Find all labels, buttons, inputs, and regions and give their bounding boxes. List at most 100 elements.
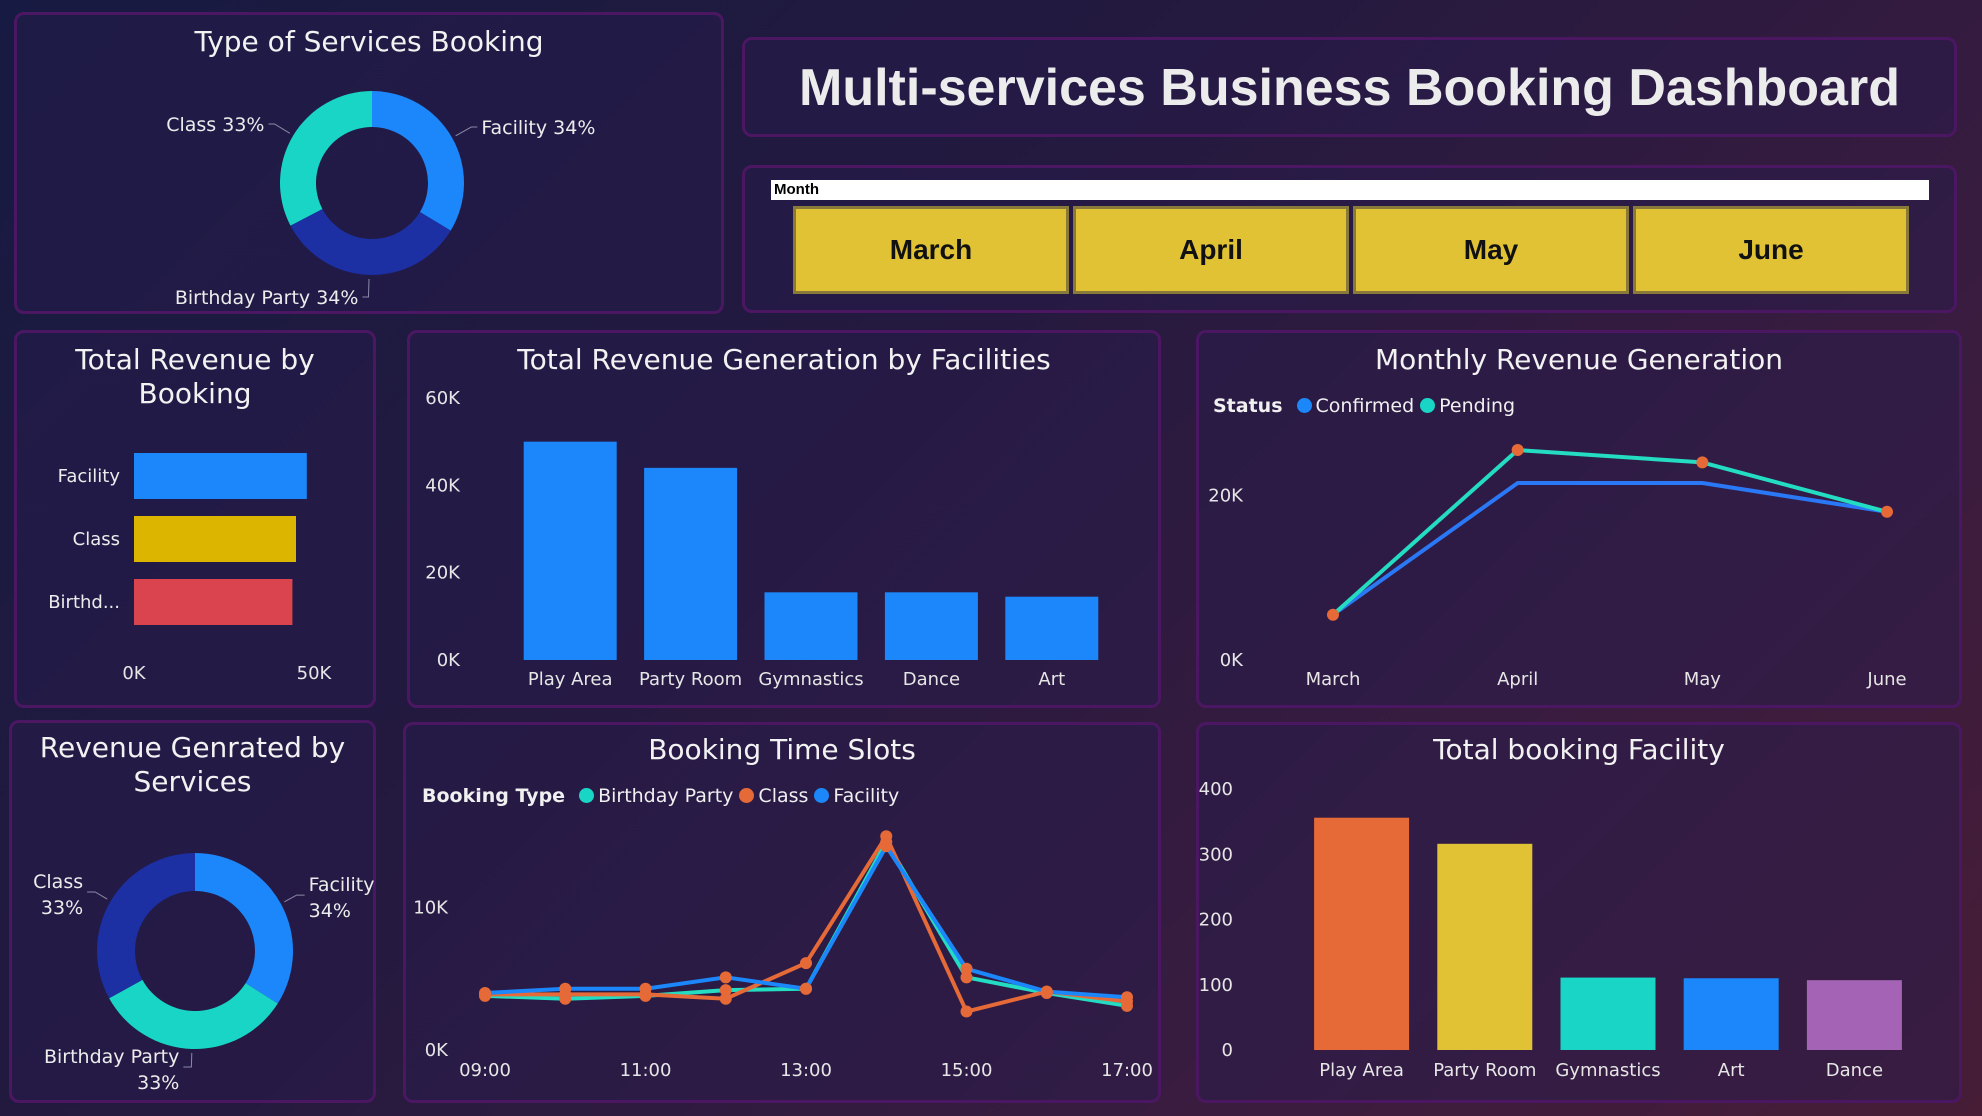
revenue-by-booking-panel: Total Revenue by Booking Facility Class Bi…: [14, 330, 376, 708]
y-tick-label: 300: [1199, 844, 1233, 865]
category-label-birthd: Birthd...: [48, 592, 120, 613]
x-tick-label: 11:00: [620, 1060, 672, 1081]
y-tick-label: 10K: [413, 898, 449, 919]
service-type-label-class: Class 33%: [166, 114, 264, 136]
series-line-birthday-party: [484, 839, 1128, 1008]
time-slots-chart: 0K 10K 09:00 11:00 13:00 15:00 17:00: [413, 830, 1153, 1081]
revenue-services-panel: Revenue Genrated by Services Facility 34%…: [9, 720, 376, 1103]
month-button-may[interactable]: May: [1353, 206, 1629, 294]
series-line-pending: [1331, 448, 1888, 617]
point-class: [800, 957, 812, 970]
point-pending: [1881, 505, 1893, 518]
category-label-play-area: Play Area: [1319, 1060, 1404, 1081]
month-button-june[interactable]: June: [1633, 206, 1909, 294]
revenue-facilities-chart: 0K 20K 40K 60K Play Area Party Room Gymnastics…: [425, 388, 1099, 690]
bar-dance: [884, 592, 978, 660]
service-revenue-label-facility: Facility: [309, 874, 375, 896]
service-revenue-percent-class: 33%: [41, 897, 83, 919]
bar-gymnastics: [1560, 977, 1656, 1050]
point-pending: [1696, 456, 1709, 469]
service-type-slice-class: [280, 91, 372, 226]
label-leader-line: [455, 126, 478, 137]
monthly-revenue-panel: Monthly Revenue Generation Status Confirm…: [1196, 330, 1962, 708]
label-leader-line: [284, 894, 305, 903]
x-tick-label: 15:00: [941, 1060, 993, 1081]
y-tick-label: 200: [1199, 910, 1233, 931]
point-facility: [800, 982, 812, 995]
bar-art: [1005, 596, 1099, 660]
x-tick-label: 50K: [297, 663, 333, 684]
point-class: [719, 992, 732, 1005]
category-label-dance: Dance: [903, 669, 960, 690]
month-button-april[interactable]: April: [1073, 206, 1349, 294]
point-class: [960, 1005, 973, 1018]
category-label-party-room: Party Room: [1433, 1060, 1536, 1081]
service-type-label-facility: Facility 34%: [481, 117, 595, 139]
service-revenue-label-class: Class: [33, 871, 83, 893]
label-leader-line: [87, 891, 108, 900]
booking-facility-panel: Total booking Facility 0 100 200 300 400 Play…: [1196, 722, 1962, 1103]
y-tick-label: 0: [1222, 1040, 1233, 1061]
monthly-revenue-chart: 0K 20K March April May June: [1208, 444, 1907, 690]
revenue-facilities-panel: Total Revenue Generation by Facilities 0…: [407, 330, 1161, 708]
revenue-services-chart: Facility 34% Birthday Party 33% Class 33%: [33, 853, 375, 1094]
y-tick-label: 20K: [1208, 485, 1244, 506]
bar-party-room: [644, 467, 738, 660]
y-tick-label: 40K: [425, 475, 461, 496]
y-tick-label: 100: [1199, 975, 1233, 996]
label-leader-line: [362, 278, 370, 298]
bar-play-area: [1314, 817, 1410, 1050]
service-revenue-slice-class: [97, 853, 195, 999]
point-facility: [719, 971, 732, 984]
service-revenue-percent-birthday-party: 33%: [137, 1072, 179, 1094]
bar-class: [134, 516, 296, 562]
header-panel: Multi-services Business Booking Dashboar…: [742, 37, 1957, 137]
x-tick-label: May: [1684, 669, 1722, 690]
service-revenue-label-birthday-party: Birthday Party: [44, 1046, 179, 1068]
x-tick-label: April: [1497, 669, 1538, 690]
category-label-play-area: Play Area: [528, 669, 613, 690]
service-revenue-slice-facility: [195, 853, 293, 1004]
bar-party-room: [1437, 843, 1533, 1050]
bar-play-area: [523, 441, 617, 660]
booking-facility-chart: 0 100 200 300 400 Play Area Party Room Gymnasti…: [1199, 779, 1902, 1081]
label-leader-line: [183, 1052, 193, 1068]
x-tick-label: June: [1866, 669, 1906, 690]
x-tick-label: 0K: [122, 663, 146, 684]
service-revenue-slice-birthday-party: [109, 979, 278, 1049]
x-tick-label: 09:00: [459, 1060, 511, 1081]
revenue-by-booking-chart: Facility Class Birthd... 0K 50K: [48, 453, 333, 684]
month-slicer-panel: Month March April May June: [742, 165, 1957, 313]
point-facility: [559, 982, 572, 995]
bar-dance: [1806, 980, 1902, 1050]
bar-art: [1683, 978, 1779, 1050]
category-label-gymnastics: Gymnastics: [758, 669, 863, 690]
service-revenue-percent-facility: 34%: [309, 900, 351, 922]
y-tick-label: 400: [1199, 779, 1233, 800]
category-label-art: Art: [1718, 1060, 1745, 1081]
point-pending: [1511, 444, 1524, 457]
x-tick-label: March: [1306, 669, 1361, 690]
page-title: Multi-services Business Booking Dashboar…: [799, 59, 1900, 117]
point-facility: [1121, 991, 1133, 1004]
point-pending: [1327, 608, 1339, 621]
slicer-label: Month: [771, 180, 1929, 200]
service-type-label-birthday-party: Birthday Party 34%: [175, 287, 359, 309]
y-tick-label: 20K: [425, 563, 461, 584]
category-label-party-room: Party Room: [639, 669, 742, 690]
bar-birthd: [134, 579, 293, 625]
point-facility: [960, 962, 973, 975]
month-button-march[interactable]: March: [793, 206, 1069, 294]
point-facility: [639, 982, 652, 995]
series-line-confirmed: [1331, 480, 1888, 617]
bar-gymnastics: [764, 592, 858, 660]
x-tick-label: 13:00: [780, 1060, 832, 1081]
y-tick-label: 0K: [425, 1040, 449, 1061]
label-leader-line: [268, 123, 291, 134]
point-facility: [1040, 985, 1053, 998]
bar-facility: [134, 453, 307, 499]
point-facility: [880, 840, 893, 853]
service-type-slice-facility: [372, 91, 465, 231]
service-types-panel: Type of Services Booking Facility 34% Bir…: [14, 12, 724, 314]
category-label-facility: Facility: [58, 466, 121, 487]
